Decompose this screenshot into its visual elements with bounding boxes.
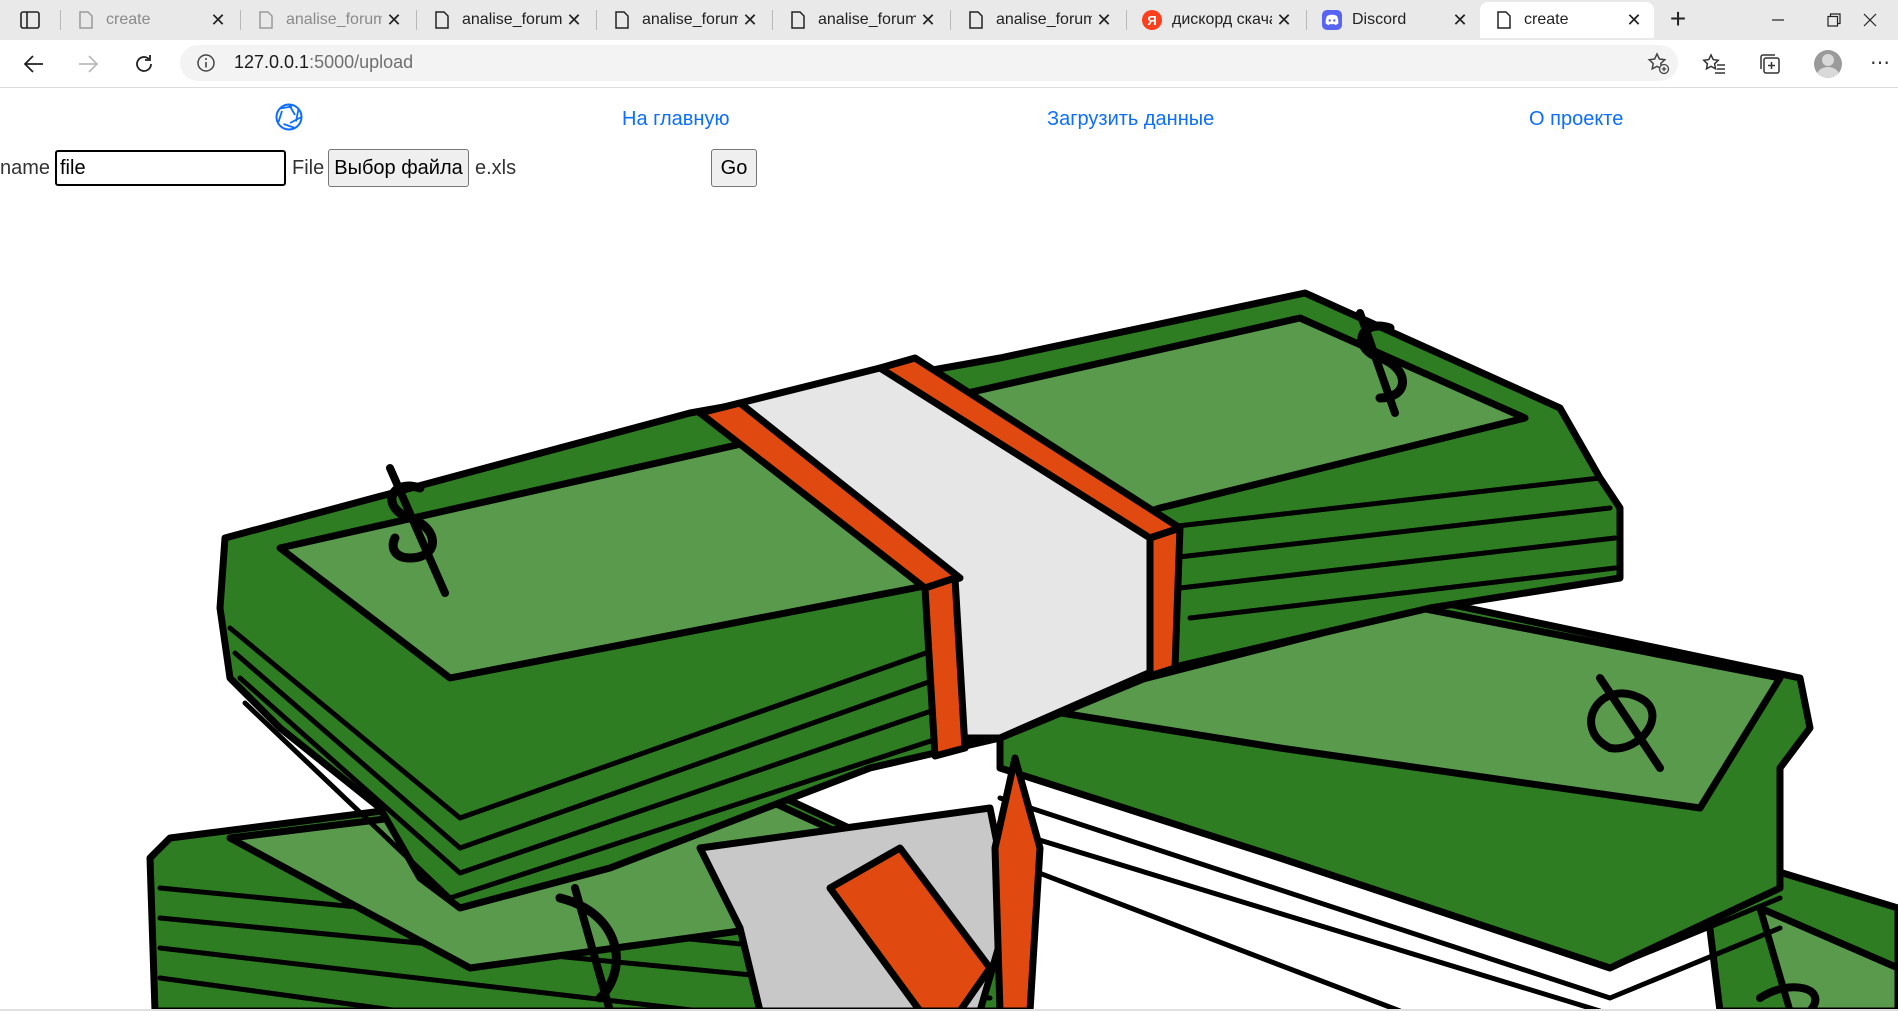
close-icon[interactable]: ✕ <box>1622 8 1646 32</box>
tab-actions-icon <box>20 11 40 29</box>
plus-icon: + <box>1669 3 1687 34</box>
tab-separator <box>416 10 417 30</box>
restore-icon <box>1827 13 1841 27</box>
tab-title: analise_forum <box>642 11 738 28</box>
favorites-icon <box>1702 53 1725 74</box>
close-window-button[interactable] <box>1842 0 1898 40</box>
forward-button[interactable] <box>70 48 106 80</box>
url-text[interactable]: 127.0.0.1:5000/upload <box>234 52 413 73</box>
page-icon <box>612 10 632 30</box>
address-bar[interactable]: 127.0.0.1:5000/upload <box>180 45 1678 81</box>
tab-analise-forum-1[interactable]: analise_forum ✕ <box>242 2 414 38</box>
minimize-button[interactable] <box>1750 0 1806 40</box>
reload-icon <box>136 55 152 72</box>
tab-separator <box>1306 10 1307 30</box>
tab-title: дискорд скачать <box>1172 11 1272 28</box>
nav-about-link[interactable]: О проекте <box>1529 108 1623 131</box>
nav-upload-link[interactable]: Загрузить данные <box>1047 108 1214 131</box>
aperture-logo-icon[interactable] <box>274 102 304 132</box>
tab-separator <box>772 10 773 30</box>
tab-create-1[interactable]: create ✕ <box>62 2 238 38</box>
page-icon <box>76 10 96 30</box>
tab-analise-forum-2[interactable]: analise_forum ✕ <box>418 2 594 38</box>
close-icon[interactable]: ✕ <box>206 8 230 32</box>
minimize-icon <box>1772 19 1784 21</box>
back-button[interactable] <box>16 48 52 80</box>
discord-icon <box>1322 10 1342 30</box>
file-label: File <box>292 157 325 179</box>
tab-strip: create ✕ analise_forum ✕ analise_forum ✕… <box>0 0 1898 40</box>
svg-text:Я: Я <box>1147 13 1156 28</box>
tab-analise-forum-4[interactable]: analise_forum ✕ <box>774 2 948 38</box>
page-icon <box>256 10 276 30</box>
profile-avatar[interactable] <box>1814 50 1842 78</box>
collections-icon <box>1760 54 1780 74</box>
page-icon <box>788 10 808 30</box>
arrow-left-icon <box>23 55 43 73</box>
close-icon[interactable]: ✕ <box>382 8 406 32</box>
choose-file-button[interactable]: Выбор файла <box>328 149 469 187</box>
close-icon[interactable]: ✕ <box>738 8 762 32</box>
tab-title: analise_forum <box>996 11 1092 28</box>
tab-title: analise_forum <box>286 11 382 28</box>
tab-separator <box>60 10 61 30</box>
info-icon[interactable] <box>196 53 216 73</box>
tab-analise-forum-3[interactable]: analise_forum ✕ <box>598 2 770 38</box>
close-icon[interactable]: ✕ <box>916 8 940 32</box>
tab-actions-button[interactable] <box>10 6 50 34</box>
tab-create-active[interactable]: create ✕ <box>1480 2 1654 38</box>
page-icon <box>966 10 986 30</box>
tab-analise-forum-5[interactable]: analise_forum ✕ <box>952 2 1124 38</box>
close-icon[interactable]: ✕ <box>1448 8 1472 32</box>
url-path: :5000/upload <box>309 52 414 72</box>
url-host: 127.0.0.1 <box>234 52 310 72</box>
file-hint: e.xls <box>475 157 517 179</box>
tab-separator <box>950 10 951 30</box>
settings-more-button[interactable]: ⋯ <box>1868 48 1892 80</box>
tab-title: create <box>1524 11 1569 28</box>
tab-separator <box>596 10 597 30</box>
close-icon[interactable]: ✕ <box>1272 8 1296 32</box>
name-input[interactable] <box>55 150 286 186</box>
close-icon <box>1863 13 1877 27</box>
new-tab-button[interactable]: + <box>1662 5 1694 35</box>
yandex-icon: Я <box>1142 10 1162 30</box>
tab-title: create <box>106 11 151 28</box>
page-icon <box>1494 10 1514 30</box>
tab-separator <box>1126 10 1127 30</box>
close-icon[interactable]: ✕ <box>562 8 586 32</box>
more-dots-icon: ⋯ <box>1870 52 1890 74</box>
tab-discord[interactable]: Discord ✕ <box>1308 2 1480 38</box>
add-favorite-icon[interactable] <box>1646 51 1670 75</box>
go-button[interactable]: Go <box>711 149 757 187</box>
tab-title: analise_forum <box>818 11 916 28</box>
collections-button[interactable] <box>1752 48 1788 80</box>
reload-button[interactable] <box>126 48 162 80</box>
tab-title: analise_forum <box>462 11 562 28</box>
name-label: name <box>0 157 51 179</box>
address-bar-row: 127.0.0.1:5000/upload ⋯ <box>0 40 1898 88</box>
tab-title: Discord <box>1352 11 1407 28</box>
money-stacks-illustration <box>146 289 1898 1011</box>
page-content: На главную Загрузить данные О проекте na… <box>0 88 1898 1011</box>
favorites-button[interactable] <box>1696 48 1732 80</box>
nav-home-link[interactable]: На главную <box>622 108 729 131</box>
tab-separator <box>240 10 241 30</box>
tab-yandex[interactable]: Я дискорд скачать ✕ <box>1128 2 1304 38</box>
close-icon[interactable]: ✕ <box>1092 8 1116 32</box>
arrow-right-icon <box>79 55 99 73</box>
page-icon <box>432 10 452 30</box>
